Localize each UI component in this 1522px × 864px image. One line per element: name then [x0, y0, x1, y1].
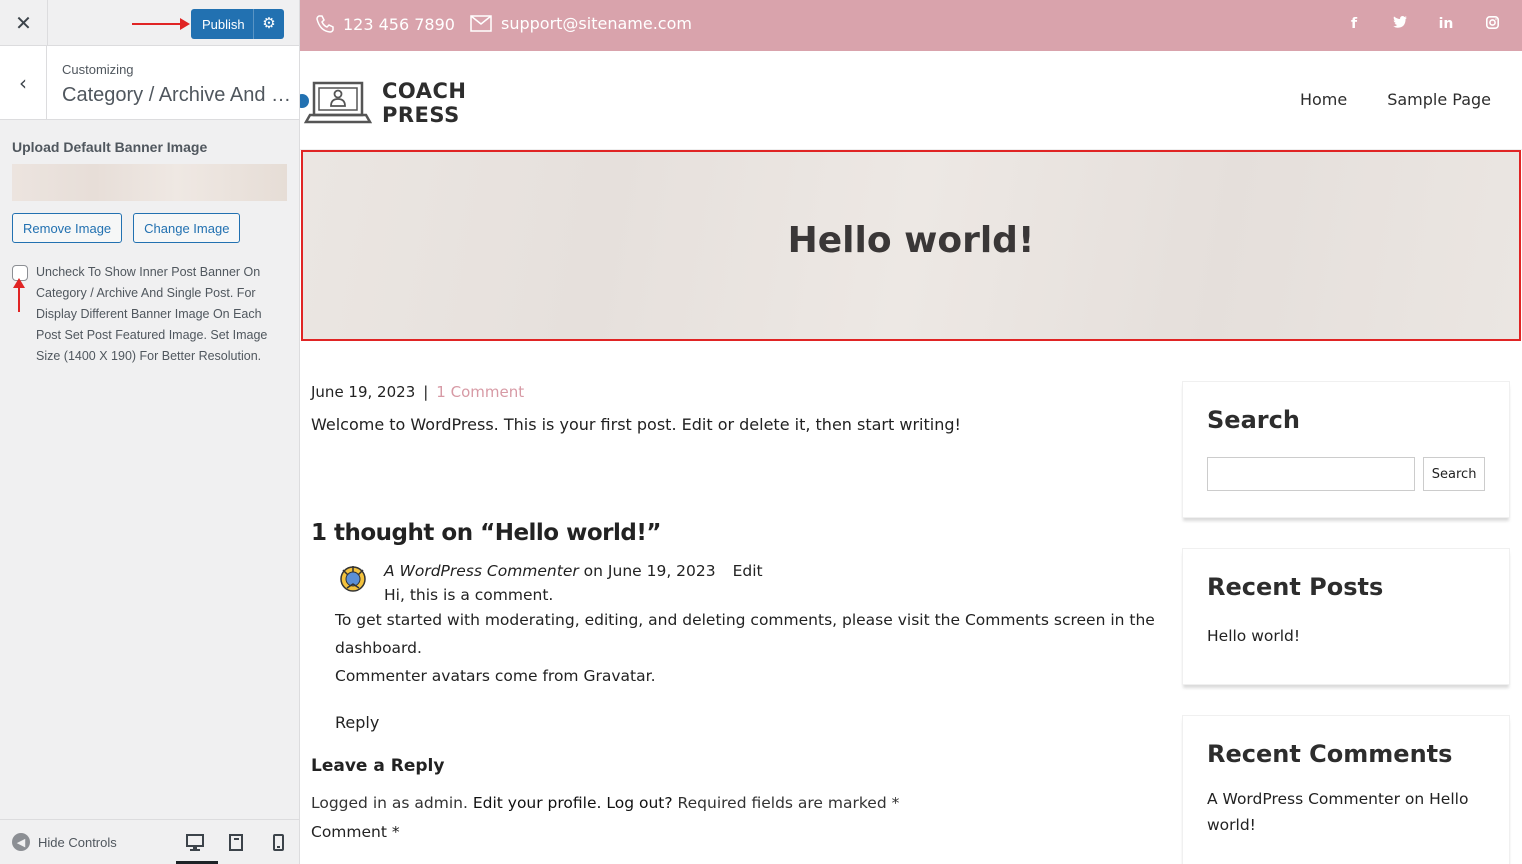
logo-text: COACH PRESS	[382, 79, 466, 127]
change-image-button[interactable]: Change Image	[133, 213, 241, 243]
publish-label[interactable]: Publish	[191, 17, 253, 32]
gravatar-link[interactable]: Gravatar	[583, 667, 650, 685]
post-banner: Hello world!	[301, 150, 1521, 341]
upload-banner-label: Upload Default Banner Image	[12, 139, 208, 155]
meta-separator: |	[423, 383, 429, 401]
comment-field-label: Comment *	[311, 823, 400, 841]
annotation-arrow-right	[132, 18, 190, 30]
nav-item-sample-page[interactable]: Sample Page	[1387, 90, 1491, 109]
recent-posts-title: Recent Posts	[1207, 573, 1384, 601]
customizer-panel: ✕ Publish ⚙ ‹ Customizing Category / Arc…	[0, 0, 300, 864]
comment-line-3-text: Commenter avatars come from	[335, 667, 579, 685]
inner-banner-description: Uncheck To Show Inner Post Banner On Cat…	[36, 265, 268, 363]
comment-on: on	[583, 562, 603, 580]
site-preview: 123 456 7890 support@sitename.com f in C…	[300, 0, 1522, 864]
post-date[interactable]: June 19, 2023	[311, 383, 415, 401]
customizer-header: ✕ Publish ⚙	[0, 0, 299, 46]
top-bar: 123 456 7890 support@sitename.com f in	[300, 0, 1522, 51]
recent-post-link[interactable]: Hello world!	[1207, 627, 1485, 645]
recent-comment-author[interactable]: A WordPress Commenter	[1207, 790, 1400, 808]
avatar	[340, 566, 366, 592]
sidebar: Search Search Recent Posts Hello world! …	[1182, 381, 1510, 864]
comment-line-2: To get started with moderating, editing,…	[335, 611, 1155, 657]
social-links: f in	[1344, 16, 1502, 33]
email-address[interactable]: support@sitename.com	[501, 14, 692, 33]
comment-author[interactable]: A WordPress Commenter	[384, 562, 579, 580]
section-controls: Upload Default Banner Image Remove Image…	[0, 139, 299, 367]
edit-profile-link[interactable]: Edit your profile.	[473, 794, 602, 812]
reply-link[interactable]: Reply	[335, 713, 1161, 732]
comments-title: 1 thought on “Hello world!”	[311, 520, 661, 546]
inner-banner-option: Uncheck To Show Inner Post Banner On Cat…	[12, 264, 287, 367]
tablet-preview-icon[interactable]	[223, 832, 249, 852]
recent-comment-item: A WordPress Commenter on Hello world!	[1207, 786, 1485, 838]
facebook-icon[interactable]: f	[1344, 16, 1364, 33]
publish-button[interactable]: Publish ⚙	[191, 9, 284, 39]
comment-header: A WordPress Commenter on June 19, 2023 E…	[384, 562, 1161, 580]
annotation-arrow-up	[13, 278, 25, 312]
comment-count-link[interactable]: 1 Comment	[436, 383, 524, 401]
close-icon[interactable]: ✕	[0, 0, 48, 45]
logged-in-as: Logged in as admin. Edit your profile. L…	[311, 794, 1161, 812]
breadcrumb: Customizing	[62, 62, 134, 77]
customizer-footer: ◀ Hide Controls	[0, 819, 299, 864]
logo-line-2: PRESS	[382, 103, 460, 127]
comment-date[interactable]: June 19, 2023	[608, 562, 716, 580]
comment-body: To get started with moderating, editing,…	[335, 606, 1161, 690]
site-logo[interactable]: COACH PRESS	[300, 79, 466, 127]
search-input[interactable]	[1207, 457, 1416, 491]
gear-icon[interactable]: ⚙	[253, 9, 284, 39]
post-meta: June 19, 2023 | 1 Comment	[311, 383, 1161, 401]
linkedin-icon[interactable]: in	[1436, 16, 1456, 33]
comment-edit-link[interactable]: Edit	[733, 562, 763, 580]
nav-item-home[interactable]: Home	[1300, 90, 1347, 109]
banner-thumbnail[interactable]	[12, 164, 287, 201]
post-content: June 19, 2023 | 1 Comment Welcome to WordP…	[311, 380, 1161, 841]
logout-link[interactable]: Log out?	[606, 794, 672, 812]
hide-controls-label: Hide Controls	[38, 834, 117, 850]
collapse-icon: ◀	[12, 833, 30, 851]
leave-reply-title: Leave a Reply	[311, 756, 445, 776]
comment-line-3: Commenter avatars come from Gravatar.	[335, 662, 1161, 690]
search-widget-title: Search	[1207, 406, 1300, 434]
comment-item: A WordPress Commenter on June 19, 2023 E…	[311, 562, 1161, 732]
site-header: COACH PRESS Home Sample Page	[300, 51, 1522, 150]
mail-icon	[470, 15, 492, 32]
back-icon[interactable]: ‹	[0, 46, 47, 119]
logged-in-text: Logged in as admin.	[311, 794, 468, 812]
instagram-icon[interactable]	[1482, 16, 1502, 33]
phone-info: 123 456 7890	[315, 14, 455, 34]
section-title: Category / Archive And Single Post	[62, 84, 292, 106]
main-nav: Home Sample Page	[1300, 90, 1491, 109]
phone-icon	[316, 15, 334, 33]
search-widget: Search Search	[1182, 381, 1510, 518]
required-note: Required fields are marked *	[677, 794, 900, 812]
comment-line-1: Hi, this is a comment.	[384, 586, 554, 604]
search-button[interactable]: Search	[1423, 457, 1485, 491]
laptop-logo-icon	[300, 81, 372, 124]
recent-comments-widget: Recent Comments A WordPress Commenter on…	[1182, 715, 1510, 864]
logo-line-1: COACH	[382, 79, 467, 103]
recent-comments-title: Recent Comments	[1207, 740, 1453, 768]
desktop-preview-icon[interactable]	[176, 832, 218, 864]
recent-comment-on: on	[1404, 790, 1425, 808]
recent-posts-widget: Recent Posts Hello world!	[1182, 548, 1510, 685]
comment-line-3-end: .	[650, 667, 656, 685]
mobile-preview-icon[interactable]	[265, 832, 291, 852]
hide-controls-button[interactable]: ◀ Hide Controls	[12, 833, 117, 851]
post-excerpt: Welcome to WordPress. This is your first…	[311, 415, 961, 434]
remove-image-button[interactable]: Remove Image	[12, 213, 123, 243]
phone-number[interactable]: 123 456 7890	[343, 15, 455, 34]
twitter-icon[interactable]	[1390, 16, 1410, 33]
banner-title: Hello world!	[787, 220, 1035, 261]
section-header: ‹ Customizing Category / Archive And Sin…	[0, 46, 299, 120]
email-info: support@sitename.com	[470, 14, 692, 33]
